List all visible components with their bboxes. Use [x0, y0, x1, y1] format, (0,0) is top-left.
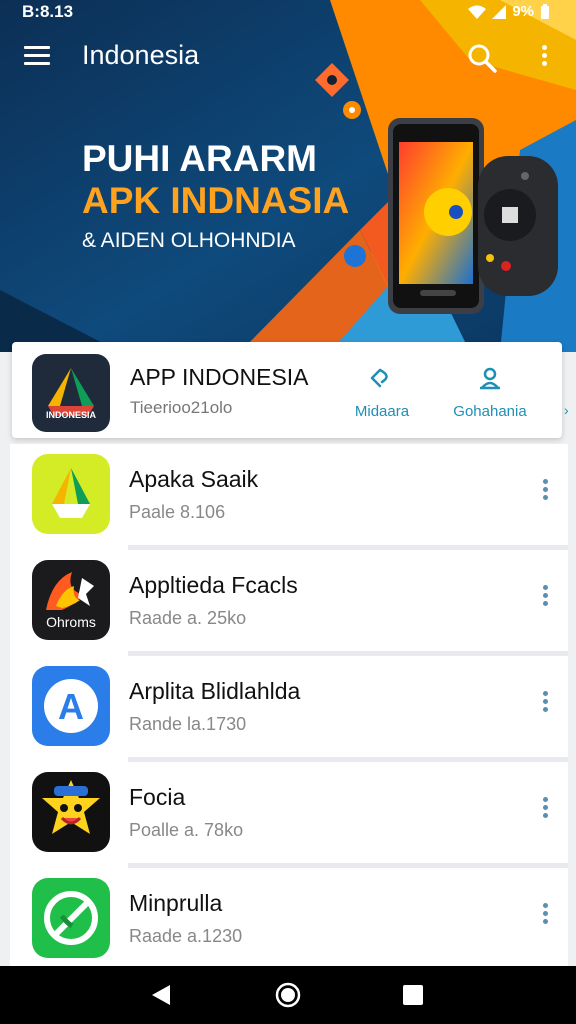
- featured-app-icon: INDONESIA: [32, 354, 110, 432]
- list-item[interactable]: Apaka Saaik Paale 8.106: [10, 444, 568, 550]
- app-title: Arplita Blidlahlda: [129, 678, 301, 704]
- list-item[interactable]: Minprulla Raade a.1230: [10, 868, 568, 974]
- status-bar: B:8.13 9%: [0, 0, 576, 26]
- list-item[interactable]: Ohroms Appltieda Fcacls Raade a. 25ko: [10, 550, 568, 656]
- featured-app-subtitle: Tieerioo21olo: [130, 398, 233, 417]
- list-item[interactable]: A Arplita Blidlahlda Rande la.1730: [10, 656, 568, 762]
- app-bar-title: Indonesia: [82, 40, 200, 70]
- mascot-icon: [32, 772, 110, 852]
- drive-icon: [32, 454, 110, 534]
- banner-headline: PUHI ARARM: [82, 138, 318, 179]
- item-overflow-icon[interactable]: [538, 582, 552, 612]
- battery-icon: [541, 3, 549, 19]
- overflow-menu-icon[interactable]: [534, 42, 554, 74]
- icon-letter: A: [58, 686, 84, 727]
- app-subtitle: Rande la.1730: [129, 714, 247, 734]
- status-icons: 9%: [468, 3, 550, 20]
- app-list: Apaka Saaik Paale 8.106 Ohroms Appltieda…: [10, 444, 568, 974]
- signal-icon: [492, 4, 507, 19]
- battery-percent: 9%: [512, 3, 534, 20]
- featured-app-title: APP INDONESIA: [130, 364, 309, 390]
- phone-slash-icon: [32, 878, 110, 958]
- back-icon[interactable]: [150, 983, 172, 1007]
- system-nav-bar: [0, 966, 576, 1024]
- wifi-icon: [468, 5, 487, 19]
- app-title: Appltieda Fcacls: [129, 572, 298, 598]
- list-item[interactable]: Focia Poalle a. 78ko: [10, 762, 568, 868]
- hero-banner[interactable]: B:8.13 9% Indonesia PUHI ARARM APK INDNA…: [0, 0, 576, 352]
- featured-icon-label: INDONESIA: [45, 410, 96, 420]
- chrome-flame-icon: Ohroms: [32, 560, 110, 640]
- banner-subheadline: APK INDNASIA: [82, 180, 350, 221]
- item-overflow-icon[interactable]: [538, 688, 552, 718]
- app-subtitle: Raade a.1230: [129, 926, 243, 946]
- app-subtitle: Paale 8.106: [129, 502, 226, 522]
- app-bar: Indonesia: [0, 30, 576, 86]
- app-screen: B:8.13 9% Indonesia PUHI ARARM APK INDNA…: [0, 0, 576, 1024]
- app-subtitle: Poalle a. 78ko: [129, 820, 244, 840]
- download-button-label: Gohahania: [453, 403, 527, 420]
- download-person-icon: [480, 367, 500, 390]
- recents-icon[interactable]: [403, 985, 423, 1005]
- home-icon[interactable]: [275, 982, 301, 1008]
- item-overflow-icon[interactable]: [538, 476, 552, 506]
- icon-caption: Ohroms: [46, 614, 96, 630]
- featured-app-card[interactable]: INDONESIA APP INDONESIA Tieerioo21olo Mi…: [12, 342, 569, 438]
- featured-overflow-indicator: ›: [564, 402, 569, 418]
- item-overflow-icon[interactable]: [538, 794, 552, 824]
- search-icon[interactable]: [466, 42, 498, 74]
- share-button[interactable]: Midaara: [334, 366, 430, 420]
- letter-a-icon: A: [32, 666, 110, 746]
- hamburger-menu-icon[interactable]: [24, 46, 50, 68]
- status-time: B:8.13: [22, 2, 74, 21]
- share-icon: [370, 368, 388, 388]
- drive-triangle-icon: [48, 368, 94, 416]
- share-button-label: Midaara: [354, 403, 410, 420]
- app-title: Focia: [129, 784, 186, 810]
- download-button[interactable]: Gohahania: [442, 366, 538, 420]
- app-subtitle: Raade a. 25ko: [129, 608, 247, 628]
- banner-tagline: & AIDEN OLHOHNDIA: [82, 229, 296, 252]
- item-overflow-icon[interactable]: [538, 900, 552, 930]
- app-title: Apaka Saaik: [129, 466, 259, 492]
- app-title: Minprulla: [129, 890, 223, 916]
